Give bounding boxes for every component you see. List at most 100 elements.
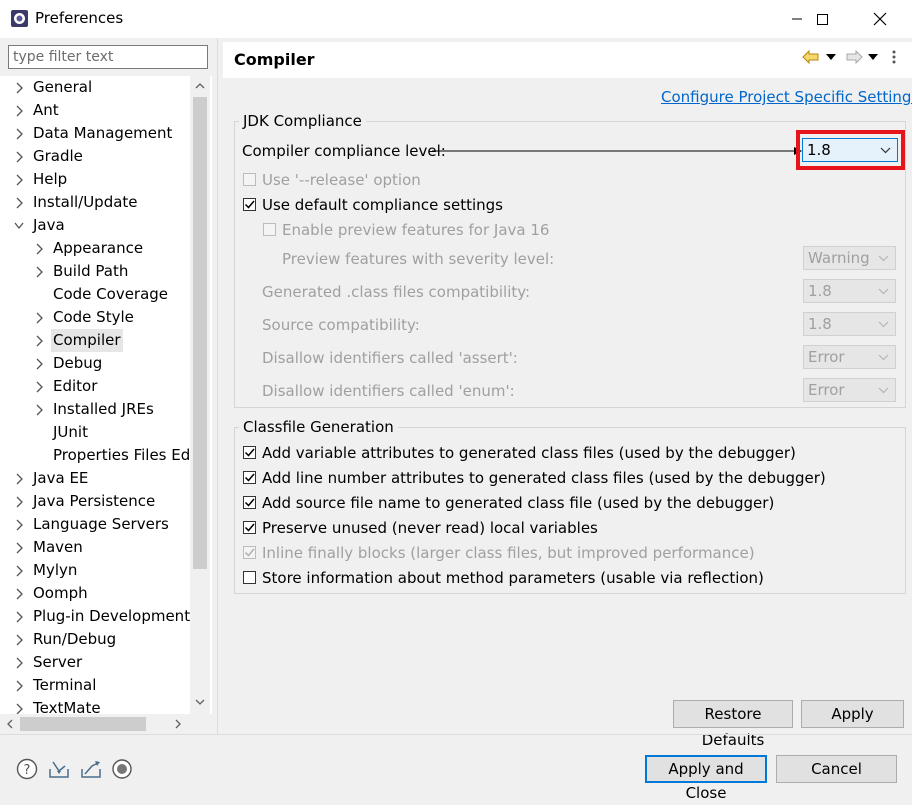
- disallow-assert-combo[interactable]: Error: [803, 345, 896, 369]
- chevron-right-icon[interactable]: [14, 519, 24, 531]
- chevron-right-icon[interactable]: [34, 404, 44, 416]
- checkmark-icon: [244, 523, 255, 532]
- tree-horizontal-scroll-thumb[interactable]: [20, 717, 146, 731]
- preview-severity-combo[interactable]: Warning: [803, 246, 896, 270]
- chevron-right-icon[interactable]: [14, 473, 24, 485]
- close-button[interactable]: [857, 0, 903, 38]
- record-icon[interactable]: [111, 758, 133, 780]
- chevron-right-icon[interactable]: [14, 542, 24, 554]
- tree-item-label: Server: [33, 653, 83, 671]
- chevron-right-icon[interactable]: [14, 197, 24, 209]
- chevron-right-icon[interactable]: [14, 588, 24, 600]
- chevron-right-icon[interactable]: [14, 174, 24, 186]
- splitter[interactable]: [217, 38, 218, 734]
- tree-item-label: Help: [33, 170, 68, 188]
- chevron-right-icon[interactable]: [34, 358, 44, 370]
- chevron-down-icon[interactable]: [14, 220, 24, 232]
- chevron-right-icon[interactable]: [14, 496, 24, 508]
- disallow-enum-value: Error: [808, 381, 845, 399]
- disallow-enum-combo[interactable]: Error: [803, 378, 896, 402]
- disallow-assert-label: Disallow identifiers called 'assert':: [262, 349, 518, 367]
- preserve-unused-checkbox[interactable]: [243, 521, 256, 534]
- scroll-left-icon[interactable]: [4, 718, 16, 730]
- export-icon[interactable]: [80, 758, 102, 780]
- tree-item-label: Data Management: [33, 124, 173, 142]
- chevron-right-icon[interactable]: [14, 634, 24, 646]
- help-icon[interactable]: ?: [16, 758, 38, 780]
- tree-item-label: Oomph: [33, 584, 88, 602]
- chevron-right-icon[interactable]: [14, 82, 24, 94]
- chevron-right-icon[interactable]: [14, 680, 24, 692]
- tree-item-label: Debug: [53, 354, 103, 372]
- apply-button[interactable]: Apply: [801, 700, 904, 728]
- method-parameters-label: Store information about method parameter…: [262, 569, 764, 587]
- checkmark-icon: [244, 448, 255, 457]
- checkmark-icon: [244, 200, 255, 209]
- scroll-right-icon[interactable]: [172, 718, 184, 730]
- chevron-right-icon[interactable]: [34, 266, 44, 278]
- tree-item-label: Plug-in Development: [33, 607, 191, 625]
- chevron-right-icon[interactable]: [34, 312, 44, 324]
- preference-tree: General Ant Data Management Gradle Help Insta…: [0, 76, 212, 714]
- chevron-right-icon[interactable]: [14, 657, 24, 669]
- checkmark-icon: [244, 498, 255, 507]
- chevron-right-icon[interactable]: [14, 703, 24, 714]
- tree-item-label: Terminal: [33, 676, 97, 694]
- back-arrow-icon[interactable]: [802, 50, 820, 64]
- tree-item-label: Run/Debug: [33, 630, 117, 648]
- chevron-right-icon[interactable]: [34, 381, 44, 393]
- scroll-up-icon[interactable]: [194, 80, 206, 92]
- scroll-down-icon[interactable]: [194, 696, 206, 708]
- tree-item-label: Code Style: [53, 308, 134, 326]
- cancel-button[interactable]: Cancel: [776, 755, 897, 783]
- compliance-level-value: 1.8: [807, 141, 831, 159]
- use-default-compliance-checkbox[interactable]: [243, 198, 256, 211]
- preview-severity-label: Preview features with severity level:: [282, 250, 555, 268]
- chevron-right-icon[interactable]: [14, 565, 24, 577]
- method-parameters-checkbox[interactable]: [243, 571, 256, 584]
- tree-item-label: Ant: [33, 101, 59, 119]
- apply-and-close-button[interactable]: Apply and Close: [645, 755, 767, 802]
- inline-finally-label: Inline finally blocks (larger class file…: [262, 544, 755, 562]
- forward-arrow-icon[interactable]: [845, 50, 863, 64]
- line-number-attributes-checkbox[interactable]: [243, 471, 256, 484]
- compliance-arrow: [432, 147, 802, 155]
- filter-input[interactable]: [8, 45, 208, 69]
- maximize-button[interactable]: [799, 0, 845, 38]
- import-icon[interactable]: [48, 758, 70, 780]
- compliance-level-combo[interactable]: 1.8: [802, 138, 898, 162]
- close-icon: [873, 12, 887, 26]
- chevron-right-icon[interactable]: [14, 128, 24, 140]
- tree-item-label: Java EE: [33, 469, 89, 487]
- tree-item-label: Compiler: [51, 329, 123, 352]
- restore-defaults-button[interactable]: Restore Defaults: [673, 700, 793, 749]
- forward-menu-chevron-icon[interactable]: [868, 54, 878, 61]
- tree-item-label: JUnit: [53, 423, 88, 441]
- source-compat-combo[interactable]: 1.8: [803, 312, 896, 336]
- maximize-icon: [816, 13, 828, 25]
- chevron-right-icon[interactable]: [34, 243, 44, 255]
- class-files-compat-label: Generated .class files compatibility:: [262, 283, 531, 301]
- inline-finally-checkbox[interactable]: [243, 546, 256, 559]
- tree-item-label: Installed JREs: [53, 400, 154, 418]
- chevron-down-icon: [878, 321, 889, 328]
- view-menu-icon[interactable]: [891, 49, 897, 65]
- configure-project-settings-link[interactable]: Configure Project Specific Settings...: [661, 88, 912, 106]
- chevron-right-icon[interactable]: [14, 151, 24, 163]
- chevron-down-icon: [880, 147, 891, 154]
- chevron-right-icon[interactable]: [14, 105, 24, 117]
- variable-attributes-checkbox[interactable]: [243, 446, 256, 459]
- back-menu-chevron-icon[interactable]: [826, 54, 836, 61]
- variable-attributes-label: Add variable attributes to generated cla…: [262, 444, 796, 462]
- classfile-generation-title: Classfile Generation: [239, 418, 398, 436]
- class-files-compat-combo[interactable]: 1.8: [803, 279, 896, 303]
- source-file-name-checkbox[interactable]: [243, 496, 256, 509]
- enable-preview-checkbox[interactable]: [263, 223, 276, 236]
- tree-vertical-scroll-thumb[interactable]: [193, 97, 207, 569]
- preserve-unused-label: Preserve unused (never read) local varia…: [262, 519, 598, 537]
- release-option-checkbox[interactable]: [243, 173, 256, 186]
- chevron-right-icon[interactable]: [34, 335, 44, 347]
- tree-item-label: Mylyn: [33, 561, 78, 579]
- chevron-down-icon: [878, 387, 889, 394]
- chevron-right-icon[interactable]: [14, 611, 24, 623]
